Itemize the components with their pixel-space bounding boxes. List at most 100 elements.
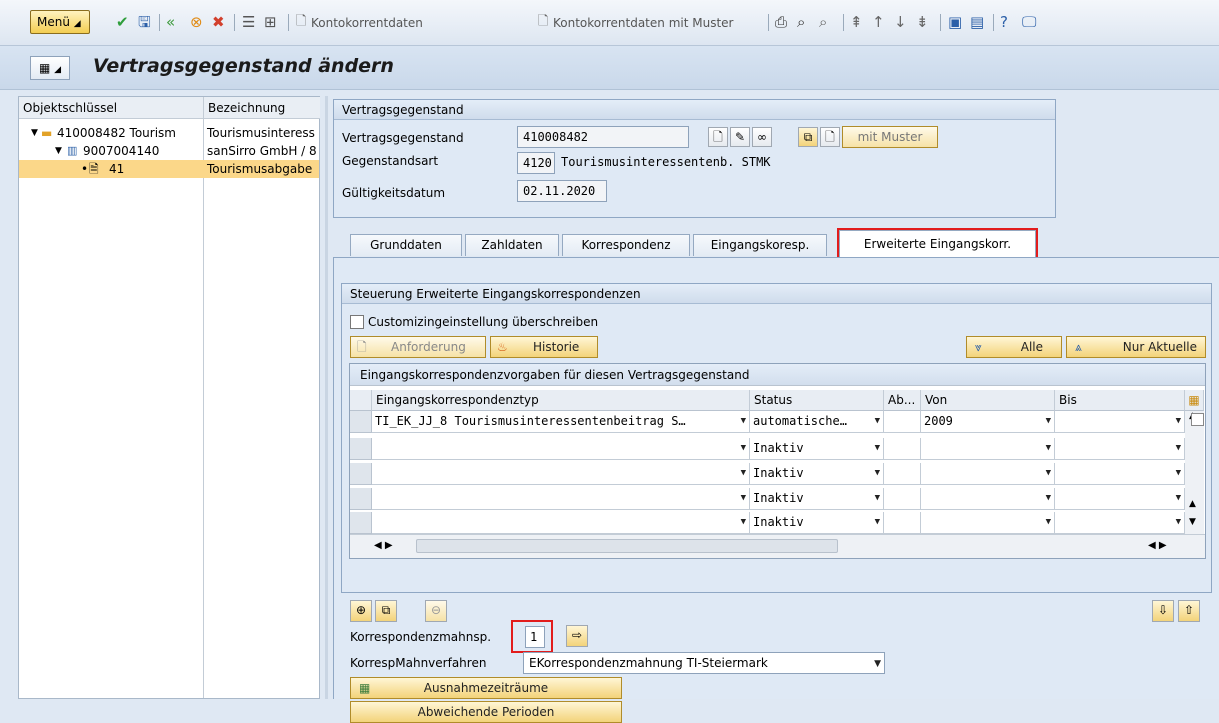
building-icon: ▥ (67, 144, 78, 157)
cell-status[interactable]: Inaktiv ▼ (750, 488, 884, 510)
page-title: Vertragsgegenstand ändern (93, 55, 394, 77)
vertical-scrollbar[interactable]: ▲ ▲ ▼ (1185, 411, 1204, 534)
exit-icon[interactable]: ⊗ (190, 12, 203, 32)
layout-icon[interactable]: 🖵 (1022, 12, 1036, 32)
tree-item[interactable]: ▼ ▥ 9007004140 sanSirro GmbH / 8 (19, 142, 319, 160)
cell-ab[interactable] (884, 411, 921, 433)
cell-von[interactable]: ▼ (921, 438, 1055, 460)
print-icon[interactable]: ⎙ (775, 12, 787, 32)
tab-erweiterte-eingangskorr[interactable]: Erweiterte Eingangskorr. (837, 228, 1038, 260)
export-icon[interactable]: ⇧ (1178, 600, 1200, 622)
gueltigkeitsdatum-field[interactable]: 02.11.2020 (517, 180, 607, 202)
row-selector[interactable] (350, 438, 372, 460)
cell-bis[interactable]: ▼ (1055, 411, 1185, 433)
vertragsgegenstand-field[interactable]: 410008482 (517, 126, 689, 148)
list-icon[interactable]: ☰ (242, 12, 255, 32)
label-korrespondenzmahnsp: Korrespondenzmahnsp. (350, 630, 492, 644)
ausnahmezeitraeume-button[interactable]: ▦ Ausnahmezeiträume (350, 677, 622, 699)
alle-button[interactable]: ⩔ Alle (966, 336, 1062, 358)
row-checkbox[interactable] (1191, 413, 1204, 426)
next-page-icon[interactable]: ↓ (894, 12, 907, 32)
cell-ab[interactable] (884, 463, 921, 485)
tree-item-selected[interactable]: • 🗎 41 Tourismusabgabe (19, 160, 319, 178)
splitter[interactable] (325, 96, 328, 699)
kontokorrentdaten-muster-button[interactable]: Kontokorrentdaten mit Muster (553, 14, 733, 32)
shortcut-icon[interactable]: ▤ (970, 12, 984, 32)
cell-typ[interactable]: ▼ (372, 463, 750, 485)
screen-menu-icon[interactable]: ▦ ◢ (30, 56, 70, 80)
tree-col-bezeichnung[interactable]: Bezeichnung (204, 97, 320, 119)
row-selector[interactable] (350, 463, 372, 485)
cell-typ[interactable]: TI_EK_JJ_8 Tourismusinteressentenbeitrag… (372, 411, 750, 433)
last-page-icon[interactable]: ⇟ (916, 12, 929, 32)
tab-grunddaten[interactable]: Grunddaten (350, 234, 462, 256)
prev-page-icon[interactable]: ↑ (872, 12, 885, 32)
document-icon[interactable]: 🗋 (820, 127, 840, 147)
cell-status[interactable]: Inaktiv ▼ (750, 512, 884, 534)
cell-ab[interactable] (884, 438, 921, 460)
navigate-icon[interactable]: ⇨ (566, 625, 588, 647)
cell-status[interactable]: Inaktiv ▼ (750, 463, 884, 485)
copy-icon[interactable]: ⧉ (798, 127, 818, 147)
mit-muster-button[interactable]: mit Muster (842, 126, 938, 148)
hierarchy-icon[interactable]: ⊞ (264, 12, 277, 32)
col-eingangskorrespondenztyp[interactable]: Eingangskorrespondenztyp (372, 390, 750, 411)
delete-row-icon[interactable]: ⊖ (425, 600, 447, 622)
cell-bis[interactable]: ▼ (1055, 438, 1185, 460)
col-von[interactable]: Von (921, 390, 1055, 411)
kontokorrentdaten-button[interactable]: Kontokorrentdaten (311, 14, 423, 32)
nur-aktuelle-button[interactable]: ⩓ Nur Aktuelle (1066, 336, 1206, 358)
find-next-icon[interactable]: ⌕ (819, 12, 827, 32)
column-config-icon[interactable]: ▦ (1185, 390, 1204, 411)
anforderung-button[interactable]: 🗋 Anforderung (350, 336, 486, 358)
cancel-icon[interactable]: ✖ (212, 12, 225, 32)
cell-von[interactable]: ▼ (921, 463, 1055, 485)
row-selector[interactable] (350, 488, 372, 510)
cell-von[interactable]: 2009 ▼ (921, 411, 1055, 433)
cell-status[interactable]: automatische… ▼ (750, 411, 884, 433)
grid-select-all[interactable] (350, 390, 372, 411)
save-icon[interactable]: 🖫 (138, 12, 151, 32)
tree-col-objektschluessel[interactable]: Objektschlüssel (19, 97, 203, 119)
col-ab[interactable]: Ab... (884, 390, 921, 411)
help-icon[interactable]: ? (1000, 12, 1008, 32)
cell-ab[interactable] (884, 512, 921, 534)
tab-korrespondenz[interactable]: Korrespondenz (562, 234, 690, 256)
cell-bis[interactable]: ▼ (1055, 463, 1185, 485)
korrespmahnverfahren-select[interactable]: EKorrespondenzmahnung TI-Steiermark ▼ (523, 652, 885, 674)
gegenstandsart-code-field[interactable]: 4120 (517, 152, 555, 174)
cell-bis[interactable]: ▼ (1055, 512, 1185, 534)
cell-typ[interactable]: ▼ (372, 438, 750, 460)
cell-status[interactable]: Inaktiv ▼ (750, 438, 884, 460)
enter-icon[interactable]: ✔ (116, 12, 129, 32)
col-status[interactable]: Status (750, 390, 884, 411)
cell-von[interactable]: ▼ (921, 488, 1055, 510)
cell-typ[interactable]: ▼ (372, 488, 750, 510)
historie-button[interactable]: ♨ Historie (490, 336, 598, 358)
tab-eingangskoresp[interactable]: Eingangskoresp. (693, 234, 827, 256)
tab-zahldaten[interactable]: Zahldaten (465, 234, 559, 256)
abweichende-perioden-button[interactable]: Abweichende Perioden (350, 701, 622, 723)
customizing-checkbox[interactable] (350, 315, 364, 329)
tree-item[interactable]: ▼ ▬ 410008482 Tourism Tourismusinteress (19, 124, 319, 142)
create-icon[interactable]: 🗋 (708, 127, 728, 147)
back-icon[interactable]: « (166, 12, 175, 32)
first-page-icon[interactable]: ⇞ (850, 12, 863, 32)
document-icon: 🗋 (357, 340, 367, 354)
horizontal-scrollbar[interactable]: ◀ ▶ ◀ ▶ (350, 534, 1205, 558)
row-selector[interactable] (350, 411, 372, 433)
import-icon[interactable]: ⇩ (1152, 600, 1174, 622)
col-bis[interactable]: Bis (1055, 390, 1185, 411)
new-session-icon[interactable]: ▣ (948, 12, 962, 32)
find-icon[interactable]: ⌕ (797, 12, 805, 32)
menu-button[interactable]: Menü ◢ (30, 10, 90, 34)
row-selector[interactable] (350, 512, 372, 534)
insert-row-icon[interactable]: ⊕ (350, 600, 372, 622)
cell-typ[interactable]: ▼ (372, 512, 750, 534)
cell-bis[interactable]: ▼ (1055, 488, 1185, 510)
cell-von[interactable]: ▼ (921, 512, 1055, 534)
display-icon[interactable]: ∞ (752, 127, 772, 147)
edit-icon[interactable]: ✎ (730, 127, 750, 147)
copy-row-icon[interactable]: ⧉ (375, 600, 397, 622)
cell-ab[interactable] (884, 488, 921, 510)
